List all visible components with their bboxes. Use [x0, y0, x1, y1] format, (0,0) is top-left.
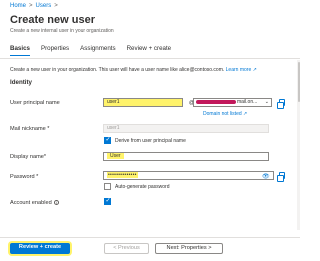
- breadcrumb-separator: >: [54, 3, 58, 9]
- redacted-domain: [196, 99, 236, 104]
- previous-button[interactable]: < Previous: [104, 243, 149, 254]
- mail-nickname-label: Mail nickname *: [10, 126, 50, 132]
- display-name-label: Display name*: [10, 154, 47, 160]
- upn-label: User principal name: [10, 100, 60, 106]
- eye-icon[interactable]: 👁: [262, 173, 270, 180]
- domain-suffix: mail.on...: [237, 99, 258, 105]
- autogen-checkbox[interactable]: [104, 183, 111, 190]
- display-name-value: User: [107, 153, 124, 159]
- description: Create a new user in your organization. …: [10, 67, 257, 73]
- tab-basics[interactable]: Basics: [10, 45, 30, 56]
- domain-not-listed-link[interactable]: Domain not listed ↗: [203, 111, 247, 117]
- scrollbar[interactable]: [297, 60, 300, 230]
- copy-icon[interactable]: [277, 172, 285, 182]
- info-icon[interactable]: i: [54, 200, 60, 206]
- mail-nickname-input: user1: [103, 124, 269, 133]
- learn-more-link[interactable]: Learn more ↗: [226, 67, 257, 73]
- account-enabled-label: Account enabled i: [10, 200, 60, 206]
- autogen-label: Auto-generate password: [115, 184, 170, 190]
- breadcrumb-separator: >: [29, 3, 33, 9]
- tab-bar: Basics Properties Assignments Review + c…: [10, 45, 171, 56]
- account-enabled-checkbox[interactable]: [104, 197, 111, 205]
- account-enabled-text: Account enabled: [10, 200, 52, 206]
- password-input[interactable]: ••••••••••••••: [103, 171, 274, 180]
- page-subtitle: Create a new internal user in your organ…: [10, 28, 114, 34]
- breadcrumb-home[interactable]: Home: [10, 3, 26, 9]
- footer-divider: [0, 237, 300, 238]
- display-name-input[interactable]: User: [103, 152, 269, 161]
- review-create-button[interactable]: Review + create: [10, 243, 70, 254]
- breadcrumb-users[interactable]: Users: [36, 3, 52, 9]
- copy-icon[interactable]: [277, 99, 285, 109]
- description-text: Create a new user in your organization. …: [10, 67, 225, 73]
- password-value: ••••••••••••••: [107, 172, 138, 178]
- derive-checkbox[interactable]: [104, 136, 111, 144]
- upn-input[interactable]: user1: [103, 98, 183, 107]
- breadcrumb: Home > Users >: [10, 3, 58, 9]
- tab-review-create[interactable]: Review + create: [127, 45, 172, 56]
- identity-heading: Identity: [10, 79, 33, 86]
- derive-label: Derive from user principal name: [115, 138, 186, 144]
- domain-select[interactable]: mail.on... ⌄: [193, 98, 272, 107]
- password-label: Password *: [10, 174, 39, 180]
- tab-assignments[interactable]: Assignments: [80, 45, 115, 56]
- tab-divider: [0, 58, 300, 59]
- next-properties-button[interactable]: Next: Properties >: [155, 243, 223, 254]
- tab-properties[interactable]: Properties: [41, 45, 69, 56]
- chevron-down-icon: ⌄: [264, 99, 269, 105]
- page-title: Create new user: [10, 14, 95, 26]
